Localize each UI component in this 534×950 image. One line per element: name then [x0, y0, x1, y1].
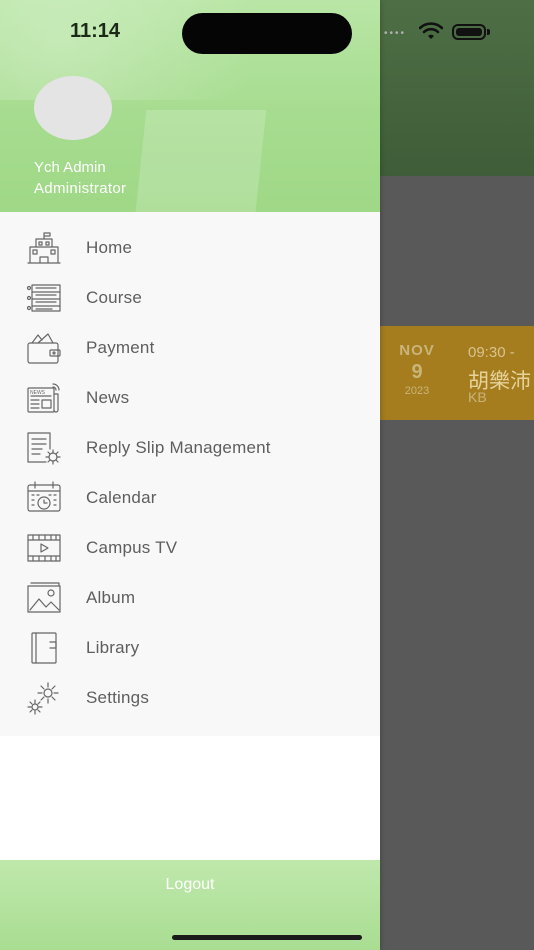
dynamic-island — [182, 13, 352, 54]
navigation-drawer: Ych Admin Administrator Home Course Paym… — [0, 0, 380, 950]
menu-label-campus-tv: Campus TV — [86, 538, 178, 557]
menu-label-calendar: Calendar — [86, 488, 157, 507]
video-play-icon — [26, 530, 62, 566]
newspaper-icon: NEWS — [26, 380, 62, 416]
signal-dots-icon: •••• — [384, 28, 407, 39]
logout-button[interactable]: Logout — [0, 876, 380, 894]
event-time: 09:30 - — [468, 344, 515, 361]
menu-label-payment: Payment — [86, 338, 155, 357]
menu-item-payment[interactable]: Payment — [0, 323, 380, 373]
menu-label-library: Library — [86, 638, 140, 657]
menu-label-course: Course — [86, 288, 143, 307]
calendar-clock-icon — [26, 480, 62, 516]
menu-label-reply-slip-management: Reply Slip Management — [86, 438, 271, 457]
course-list-icon — [26, 280, 62, 316]
menu-item-album[interactable]: Album — [0, 573, 380, 623]
document-gear-icon — [26, 430, 62, 466]
menu-item-settings[interactable]: Settings — [0, 673, 380, 723]
svg-text:NEWS: NEWS — [30, 390, 46, 396]
event-location: KB — [468, 389, 487, 405]
event-year: 2023 — [404, 385, 430, 397]
battery-icon — [452, 24, 486, 40]
school-building-icon — [26, 230, 62, 266]
menu-item-library[interactable]: Library — [0, 623, 380, 673]
menu-item-campus-tv[interactable]: Campus TV — [0, 523, 380, 573]
menu-item-reply-slip-management[interactable]: Reply Slip Management — [0, 423, 380, 473]
status-bar-time: 11:14 — [70, 20, 121, 42]
menu-item-calendar[interactable]: Calendar — [0, 473, 380, 523]
wifi-icon — [419, 22, 443, 40]
menu-label-news: News — [86, 388, 130, 407]
menu-item-news[interactable]: NEWS News — [0, 373, 380, 423]
menu-item-home[interactable]: Home — [0, 223, 380, 273]
avatar[interactable] — [34, 76, 112, 140]
menu-label-album: Album — [86, 588, 136, 607]
user-role: Administrator — [34, 180, 127, 197]
event-date-block: NOV 9 2023 — [386, 342, 448, 397]
menu-item-course[interactable]: Course — [0, 273, 380, 323]
gear-icon — [26, 680, 62, 716]
battery-tip — [487, 29, 490, 35]
picture-icon — [26, 580, 62, 616]
header-background-shape — [133, 110, 267, 212]
wallet-icon — [26, 330, 62, 366]
drawer-menu: Home Course Payment NEWS News Reply Slip… — [0, 212, 380, 736]
event-month: NOV — [399, 342, 435, 359]
book-icon — [26, 630, 62, 666]
event-day: 9 — [411, 361, 423, 383]
menu-label-settings: Settings — [86, 688, 150, 707]
menu-label-home: Home — [86, 238, 133, 257]
home-indicator[interactable] — [172, 935, 362, 940]
user-name: Ych Admin — [34, 159, 106, 176]
